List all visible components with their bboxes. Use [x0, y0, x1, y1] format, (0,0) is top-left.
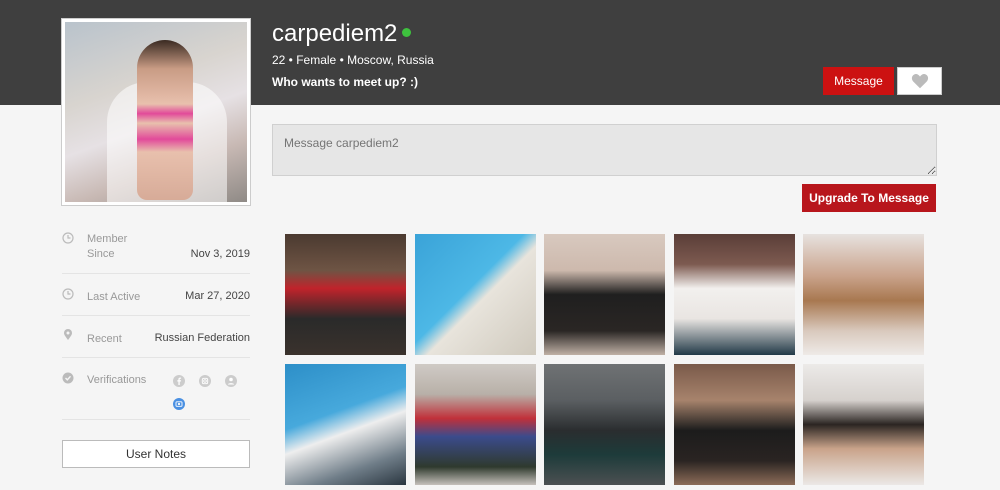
recent-value: Russian Federation [154, 332, 250, 344]
member-since-label: Member Since [87, 233, 128, 260]
profile-info-list: Member Since Nov 3, 2019 Last Active Mar… [62, 222, 250, 420]
clock-icon [62, 232, 74, 244]
recent-row: Recent Russian Federation [62, 316, 250, 358]
avatar-photo [65, 22, 247, 202]
gallery-photo[interactable] [285, 234, 406, 355]
member-since-value: Nov 3, 2019 [190, 248, 250, 260]
check-circle-icon [62, 372, 74, 384]
verifications-row: Verifications [62, 358, 250, 420]
instagram-icon [199, 375, 211, 387]
gallery-photo[interactable] [415, 234, 536, 355]
profile-avatar[interactable] [62, 19, 250, 205]
gallery-photo[interactable] [674, 234, 795, 355]
gallery-photo[interactable] [415, 364, 536, 485]
favorite-button[interactable] [897, 67, 942, 95]
gallery-photo[interactable] [674, 364, 795, 485]
clock-icon [62, 288, 74, 300]
upgrade-to-message-button[interactable]: Upgrade To Message [802, 184, 936, 212]
profile-meta: 22 • Female • Moscow, Russia [272, 53, 434, 67]
profile-username: carpediem2 [272, 20, 398, 47]
last-active-row: Last Active Mar 27, 2020 [62, 274, 250, 316]
message-button[interactable]: Message [823, 67, 894, 95]
last-active-value: Mar 27, 2020 [185, 290, 250, 302]
user-icon [225, 375, 237, 387]
verifications-label: Verifications [87, 374, 147, 386]
last-active-label: Last Active [87, 291, 141, 303]
profile-tagline: Who wants to meet up? :) [272, 75, 418, 89]
user-notes-button[interactable]: User Notes [62, 440, 250, 468]
gallery-photo[interactable] [544, 364, 665, 485]
message-input[interactable] [272, 124, 937, 176]
photo-verified-icon [173, 398, 185, 410]
facebook-icon [173, 375, 185, 387]
gallery-photo[interactable] [285, 364, 406, 485]
recent-label: Recent [87, 333, 122, 345]
heart-icon [911, 74, 928, 89]
gallery-photo[interactable] [544, 234, 665, 355]
online-status-indicator [402, 28, 411, 37]
gallery-photo[interactable] [803, 364, 924, 485]
location-pin-icon [64, 329, 72, 340]
gallery-photo[interactable] [803, 234, 924, 355]
member-since-row: Member Since Nov 3, 2019 [62, 222, 250, 274]
